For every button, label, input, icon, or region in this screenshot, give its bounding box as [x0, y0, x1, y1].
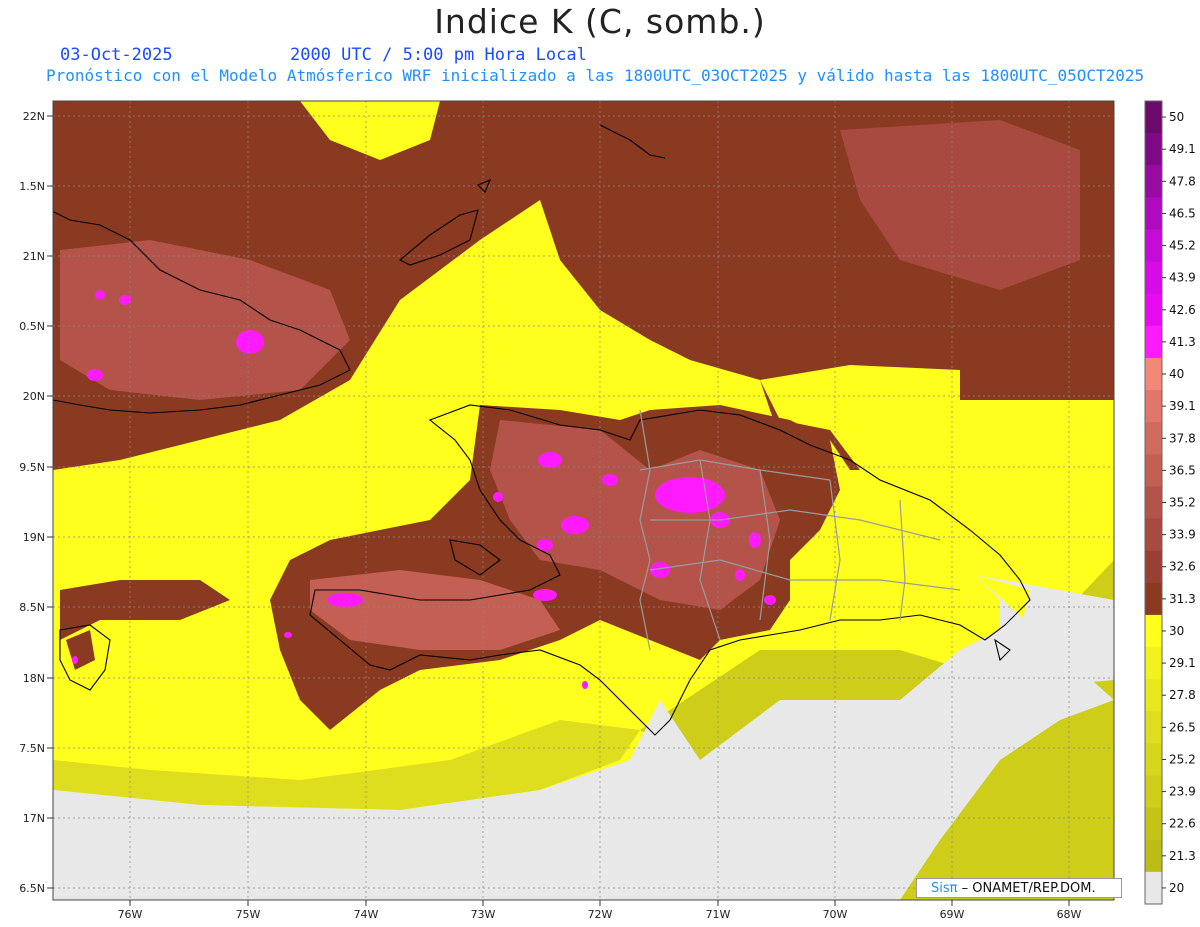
lon-label: 69W: [940, 908, 965, 921]
lon-label: 73W: [471, 908, 496, 921]
colorbar-label: 47.8: [1169, 174, 1196, 188]
lat-label: 20N: [23, 390, 45, 403]
colorbar-swatch: [1145, 550, 1162, 584]
colorbar-label: 30: [1169, 624, 1184, 638]
colorbar-swatch: [1145, 582, 1162, 616]
colorbar-swatch: [1145, 357, 1162, 391]
colorbar-label: 21.3: [1169, 849, 1196, 863]
colorbar-label: 39.1: [1169, 399, 1196, 413]
colorbar-swatch: [1145, 422, 1162, 455]
lat-label: 22N: [23, 110, 45, 123]
lon-label: 72W: [588, 908, 613, 921]
longitude-labels: 76W 75W 74W 73W 72W 71W 70W 69W 68W: [118, 900, 1082, 921]
colorbar-swatch: [1145, 647, 1162, 680]
lat-label: 7.5N: [19, 742, 45, 755]
colorbar-label: 49.1: [1169, 142, 1196, 156]
lat-label: 18N: [23, 672, 45, 685]
lon-label: 76W: [118, 908, 143, 921]
lon-label: 71W: [706, 908, 731, 921]
sispi-logo: Sisπ: [931, 881, 958, 896]
colorbar-swatch: [1145, 711, 1162, 744]
colorbar-swatch: [1145, 229, 1162, 263]
lon-label: 70W: [823, 908, 848, 921]
colorbar-label: 42.6: [1169, 303, 1196, 317]
colorbar-label: 32.6: [1169, 560, 1196, 574]
lat-label: 1.5N: [19, 180, 45, 193]
lat-label: 6.5N: [19, 882, 45, 895]
map-plot-area: [53, 101, 1114, 900]
colorbar-label: 37.8: [1169, 431, 1196, 445]
colorbar-swatch: [1145, 197, 1162, 230]
latitude-labels: 22N 1.5N 21N 0.5N 20N 9.5N 19N 8.5N 18N 7.5N 17N 6.…: [19, 110, 53, 895]
colorbar-label: 50: [1169, 110, 1184, 124]
colorbar-label: 41.3: [1169, 335, 1196, 349]
lat-label: 19N: [23, 531, 45, 544]
colorbar-swatch: [1145, 839, 1162, 873]
colorbar-swatch: [1145, 261, 1162, 295]
colorbar-swatch: [1145, 614, 1162, 648]
lat-label: 17N: [23, 812, 45, 825]
colorbar-swatch: [1145, 486, 1162, 520]
colorbar-swatch: [1145, 165, 1162, 198]
colorbar-label: 40: [1169, 367, 1184, 381]
credit-box: Sisπ – ONAMET/REP.DOM.: [916, 878, 1122, 898]
colorbar-label: 31.3: [1169, 592, 1196, 606]
colorbar-label: 29.1: [1169, 656, 1196, 670]
lat-label: 21N: [23, 250, 45, 263]
colorbar: 50 49.1 47.8 46.5 45.2 43.9 42.6 41.3 40 39.1 37.8…: [1144, 100, 1196, 905]
colorbar-swatch: [1145, 325, 1162, 359]
colorbar-label: 33.9: [1169, 528, 1196, 542]
lat-label: 0.5N: [19, 320, 45, 333]
colorbar-swatch: [1145, 101, 1162, 134]
lon-label: 75W: [236, 908, 261, 921]
colorbar-swatch: [1145, 390, 1162, 423]
lon-label: 74W: [354, 908, 379, 921]
colorbar-swatch: [1145, 518, 1162, 552]
colorbar-label: 45.2: [1169, 239, 1196, 253]
lat-label: 8.5N: [19, 601, 45, 614]
lon-label: 68W: [1057, 908, 1082, 921]
credit-text: – ONAMET/REP.DOM.: [961, 881, 1096, 896]
colorbar-label: 36.5: [1169, 463, 1196, 477]
colorbar-swatch: [1145, 679, 1162, 712]
colorbar-label: 20: [1169, 881, 1184, 895]
k-index-map: 22N 1.5N 21N 0.5N 20N 9.5N 19N 8.5N 18N 7.5N 17N 6.…: [19, 100, 1196, 921]
colorbar-swatch: [1145, 807, 1162, 841]
colorbar-swatch: [1145, 133, 1162, 166]
colorbar-label: 23.9: [1169, 785, 1196, 799]
colorbar-label: 25.2: [1169, 752, 1196, 766]
lat-label: 9.5N: [19, 461, 45, 474]
colorbar-swatch: [1145, 743, 1162, 777]
colorbar-label: 35.2: [1169, 496, 1196, 510]
colorbar-swatch: [1145, 871, 1162, 905]
colorbar-label: 46.5: [1169, 206, 1196, 220]
colorbar-swatch: [1145, 775, 1162, 809]
colorbar-label: 43.9: [1169, 271, 1196, 285]
colorbar-swatch: [1145, 293, 1162, 327]
colorbar-label: 26.5: [1169, 720, 1196, 734]
colorbar-label: 22.6: [1169, 817, 1196, 831]
colorbar-swatch: [1145, 454, 1162, 487]
colorbar-label: 27.8: [1169, 688, 1196, 702]
